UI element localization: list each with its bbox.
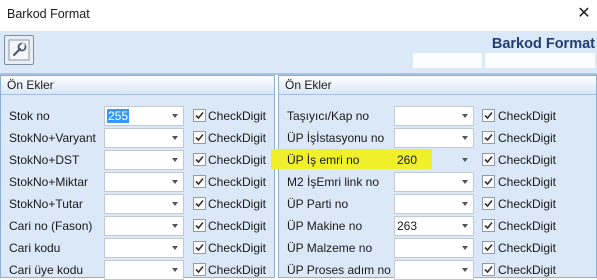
checkdigit-label[interactable]: CheckDigit: [498, 109, 556, 123]
field-combobox[interactable]: [394, 238, 474, 258]
close-icon[interactable]: ✕: [574, 4, 594, 24]
header-field-2: [485, 53, 595, 68]
title-bar: Barkod Format ✕: [0, 0, 597, 31]
checkdigit-checkbox[interactable]: [482, 153, 495, 166]
checkdigit-label[interactable]: CheckDigit: [498, 219, 556, 233]
field-label: ÜP Proses adım no: [287, 263, 391, 277]
checkdigit-checkbox[interactable]: [482, 109, 495, 122]
checkdigit-label[interactable]: CheckDigit: [498, 197, 556, 211]
header-title: Barkod Format: [491, 36, 595, 52]
field-combobox[interactable]: [394, 194, 474, 214]
left-panel-title: Ön Ekler: [7, 78, 54, 92]
checkdigit-label[interactable]: CheckDigit: [498, 153, 556, 167]
field-label: ÜP Parti no: [287, 197, 349, 211]
checkdigit-label[interactable]: CheckDigit: [498, 131, 556, 145]
chevron-down-icon[interactable]: [462, 158, 468, 162]
chevron-down-icon[interactable]: [462, 268, 468, 272]
checkdigit-checkbox[interactable]: [482, 219, 495, 232]
window-title: Barkod Format: [7, 7, 90, 21]
right-field-row: M2 İşEmri link no CheckDigit: [0, 172, 597, 192]
left-panel-header: Ön Ekler: [1, 76, 274, 95]
checkdigit-checkbox[interactable]: [482, 131, 495, 144]
right-panel-header: Ön Ekler: [279, 76, 596, 95]
field-label: ÜP Makine no: [287, 219, 363, 233]
right-field-row: ÜP Makine no 263 CheckDigit: [0, 216, 597, 236]
chevron-down-icon[interactable]: [462, 246, 468, 250]
field-combobox[interactable]: [394, 172, 474, 192]
checkdigit-label[interactable]: CheckDigit: [498, 241, 556, 255]
right-field-row: ÜP İş emri no 260 CheckDigit: [0, 150, 597, 170]
checkdigit-checkbox[interactable]: [482, 241, 495, 254]
tool-button[interactable]: [4, 35, 34, 65]
checkdigit-checkbox[interactable]: [482, 197, 495, 210]
header-field-1: [413, 53, 482, 68]
field-combobox[interactable]: 263: [394, 216, 474, 236]
right-field-row: ÜP Malzeme no CheckDigit: [0, 238, 597, 258]
right-field-row: ÜP Parti no CheckDigit: [0, 194, 597, 214]
field-value[interactable]: 260: [397, 153, 417, 167]
right-field-row: ÜP Proses adım no CheckDigit: [0, 260, 597, 280]
right-panel-title: Ön Ekler: [285, 78, 332, 92]
field-label: ÜP Malzeme no: [287, 241, 373, 255]
chevron-down-icon[interactable]: [462, 180, 468, 184]
checkdigit-checkbox[interactable]: [482, 263, 495, 276]
field-value[interactable]: 263: [397, 219, 417, 233]
field-label: ÜP İş emri no: [287, 153, 360, 167]
right-field-row: Taşıyıcı/Kap no CheckDigit: [0, 106, 597, 126]
field-label: M2 İşEmri link no: [287, 175, 380, 189]
chevron-down-icon[interactable]: [462, 136, 468, 140]
field-combobox[interactable]: [394, 260, 474, 280]
wrench-icon: [8, 39, 30, 61]
chevron-down-icon[interactable]: [462, 114, 468, 118]
checkdigit-checkbox[interactable]: [482, 175, 495, 188]
field-combobox[interactable]: [394, 106, 474, 126]
chevron-down-icon[interactable]: [462, 202, 468, 206]
field-label: ÜP İşİstasyonu no: [287, 131, 385, 145]
chevron-down-icon[interactable]: [462, 224, 468, 228]
right-field-row: ÜP İşİstasyonu no CheckDigit: [0, 128, 597, 148]
field-combobox[interactable]: 260: [394, 150, 474, 170]
field-label: Taşıyıcı/Kap no: [287, 109, 370, 123]
checkdigit-label[interactable]: CheckDigit: [498, 263, 556, 277]
checkdigit-label[interactable]: CheckDigit: [498, 175, 556, 189]
field-combobox[interactable]: [394, 128, 474, 148]
